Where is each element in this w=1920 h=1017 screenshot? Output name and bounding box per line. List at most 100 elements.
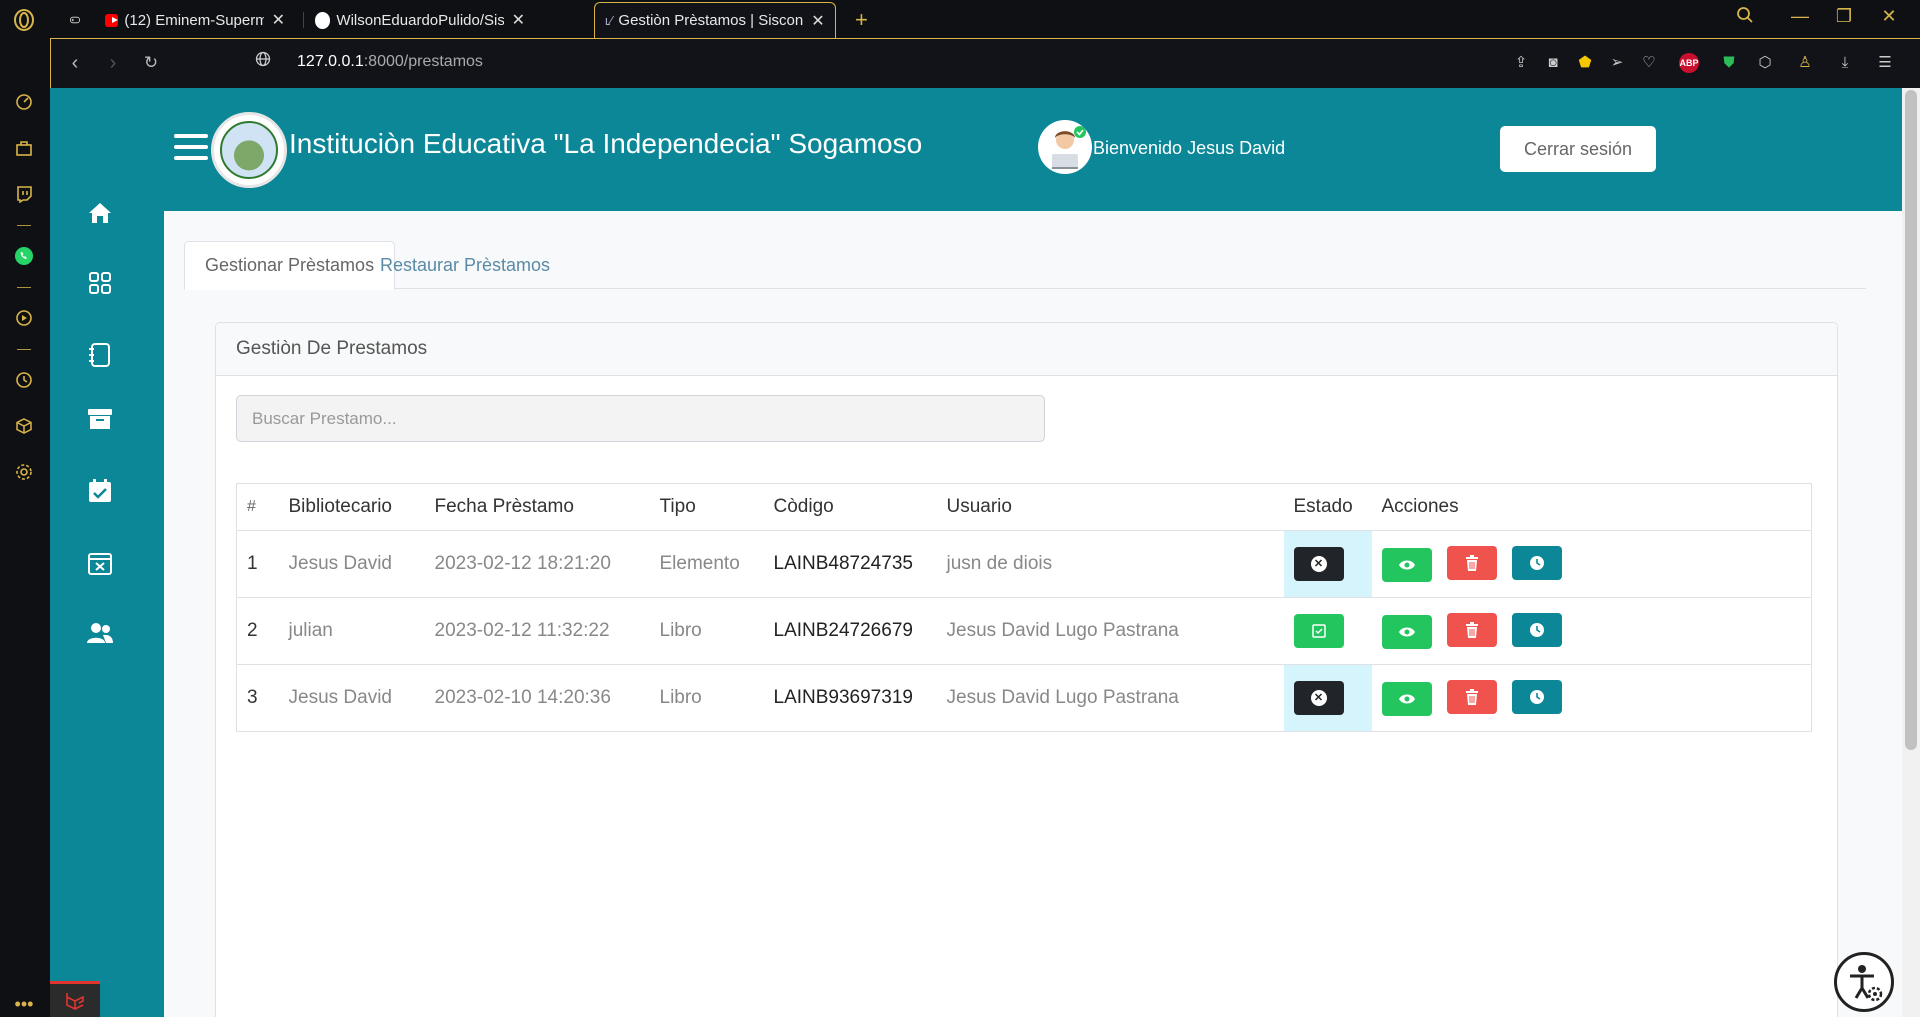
download-icon[interactable]: ⤓ xyxy=(1835,53,1855,73)
reload-icon[interactable]: ↻ xyxy=(139,51,163,75)
whatsapp-icon[interactable] xyxy=(12,244,36,268)
view-button[interactable] xyxy=(1381,548,1432,582)
address-bar: ‹ › ↻ 127.0.0.1:8000/prestamos ⇪ ◙ ⬟ ➢ ♡… xyxy=(50,38,1920,88)
forward-icon[interactable]: › xyxy=(101,51,125,75)
twitch-icon[interactable] xyxy=(12,182,36,206)
history-button[interactable] xyxy=(1512,613,1563,647)
view-button[interactable] xyxy=(1381,682,1432,716)
app-header: Instituciòn Educativa "La Independecia" … xyxy=(164,88,1902,211)
view-button[interactable] xyxy=(1381,615,1432,649)
table-row: 3 Jesus David 2023-02-10 14:20:36 Libro … xyxy=(236,664,1812,732)
tab-title: (12) Eminem-Superman (Su xyxy=(124,11,264,29)
clock-icon xyxy=(1530,690,1545,704)
search-tabs-icon[interactable] xyxy=(1732,6,1758,29)
home-icon[interactable] xyxy=(85,198,115,228)
trash-icon xyxy=(1465,555,1478,571)
clock-icon xyxy=(1530,556,1545,570)
restore-icon[interactable]: ❐ xyxy=(1831,6,1857,27)
profile-icon[interactable]: ♙ xyxy=(1795,53,1815,73)
delete-button[interactable] xyxy=(1446,680,1497,714)
delete-button[interactable] xyxy=(1446,613,1497,647)
row-type: Elemento xyxy=(649,530,764,598)
close-icon[interactable]: ✕ xyxy=(512,10,525,30)
calendar-x-icon[interactable] xyxy=(85,548,115,578)
delete-button[interactable] xyxy=(1446,546,1497,580)
heart-icon[interactable]: ♡ xyxy=(1639,53,1659,73)
clock-icon xyxy=(1530,623,1545,637)
new-tab-plus-icon[interactable]: + xyxy=(845,2,878,38)
users-icon[interactable] xyxy=(85,618,115,648)
vpn-shield-icon[interactable]: ⬟ xyxy=(1575,53,1595,73)
minimize-icon[interactable]: — xyxy=(1787,6,1813,27)
cube-icon[interactable]: ⬡ xyxy=(1755,53,1775,73)
status-active-button[interactable] xyxy=(1293,614,1344,648)
table-row: 1 Jesus David 2023-02-12 18:21:20 Elemen… xyxy=(236,530,1812,598)
history-button[interactable] xyxy=(1512,680,1563,714)
more-dots-icon[interactable]: ••• xyxy=(12,992,36,1016)
tab-youtube[interactable]: (12) Eminem-Superman (Su ✕ xyxy=(95,2,295,38)
eye-icon xyxy=(1398,694,1415,704)
tab-title: Gestiòn Prèstamos | Siscon xyxy=(618,12,804,29)
menu-hamburger-icon[interactable] xyxy=(174,134,208,162)
page-scrollbar[interactable] xyxy=(1902,88,1920,1017)
url-path: :8000/prestamos xyxy=(363,53,483,70)
row-code: LAINB93697319 xyxy=(763,664,937,732)
row-actions xyxy=(1371,664,1812,732)
row-librarian: Jesus David xyxy=(278,530,425,598)
accessibility-icon[interactable] xyxy=(1834,952,1894,1012)
url-field[interactable]: 127.0.0.1:8000/prestamos xyxy=(297,53,483,71)
close-icon[interactable]: ✕ xyxy=(811,11,824,31)
opera-logo-icon[interactable] xyxy=(12,8,36,32)
share-icon[interactable]: ⇪ xyxy=(1511,53,1531,73)
calendar-check-icon[interactable] xyxy=(85,476,115,506)
welcome-text: Bienvenido Jesus David xyxy=(1093,138,1286,158)
row-user: Jesus David Lugo Pastrana xyxy=(936,664,1284,732)
search-input[interactable] xyxy=(236,395,1045,442)
easy-setup-icon[interactable]: ☰ xyxy=(1875,53,1895,73)
globe-icon[interactable] xyxy=(251,51,275,75)
page-viewport: Instituciòn Educativa "La Independecia" … xyxy=(50,88,1902,1017)
circle-x-icon: ✕ xyxy=(1310,556,1327,572)
gaming-icon[interactable] xyxy=(60,2,90,38)
col-header-number: # xyxy=(236,483,279,531)
archive-icon[interactable] xyxy=(85,404,115,434)
trash-icon xyxy=(1465,622,1478,638)
window-close-icon[interactable]: ✕ xyxy=(1876,6,1902,27)
shield-check-icon[interactable]: ⛊ xyxy=(1719,53,1739,73)
adblock-plus-icon[interactable]: ABP xyxy=(1679,53,1699,73)
row-code: LAINB24726679 xyxy=(763,597,937,665)
col-header-date: Fecha Prèstamo xyxy=(424,483,650,531)
dashboard-grid-icon[interactable] xyxy=(85,268,115,298)
row-librarian: Jesus David xyxy=(278,664,425,732)
browser-tabstrip: (12) Eminem-Superman (Su ✕ WilsonEduardo… xyxy=(50,0,1920,38)
settings-gear-icon[interactable] xyxy=(12,460,36,484)
tab-github[interactable]: WilsonEduardoPulido/Sisco ✕ xyxy=(305,2,535,38)
player-icon[interactable] xyxy=(12,306,36,330)
laravel-debugbar-icon[interactable] xyxy=(50,981,100,1017)
history-icon[interactable] xyxy=(12,368,36,392)
send-icon[interactable]: ➢ xyxy=(1607,53,1627,73)
tab-active-prestamos[interactable]: ʟ⁄ Gestiòn Prèstamos | Siscon ✕ xyxy=(594,2,836,38)
history-button[interactable] xyxy=(1512,546,1563,580)
github-icon xyxy=(315,11,331,29)
camera-icon[interactable]: ◙ xyxy=(1543,53,1563,73)
card-title: Gestiòn De Prestamos xyxy=(216,323,1837,376)
status-inactive-button[interactable]: ✕ xyxy=(1293,681,1344,715)
col-header-user: Usuario xyxy=(936,483,1284,531)
tab-restaurar-prestamos[interactable]: Restaurar Prèstamos xyxy=(360,241,570,290)
scrollbar-thumb[interactable] xyxy=(1905,90,1917,750)
row-number: 1 xyxy=(236,530,279,598)
status-inactive-button[interactable]: ✕ xyxy=(1293,547,1344,581)
trash-icon xyxy=(1465,689,1478,705)
table-header-row: # Bibliotecario Fecha Prèstamo Tipo Còdi… xyxy=(236,483,1812,531)
briefcase-icon[interactable] xyxy=(12,136,36,160)
institution-title: Instituciòn Educativa "La Independecia" … xyxy=(289,128,923,159)
back-icon[interactable]: ‹ xyxy=(63,51,87,75)
row-code: LAINB48724735 xyxy=(763,530,937,598)
notebook-icon[interactable] xyxy=(85,340,115,370)
row-status-cell xyxy=(1283,597,1372,665)
speed-dial-icon[interactable] xyxy=(12,90,36,114)
logout-button[interactable]: Cerrar sesión xyxy=(1500,126,1656,172)
extensions-cube-icon[interactable] xyxy=(12,414,36,438)
close-icon[interactable]: ✕ xyxy=(272,10,285,30)
